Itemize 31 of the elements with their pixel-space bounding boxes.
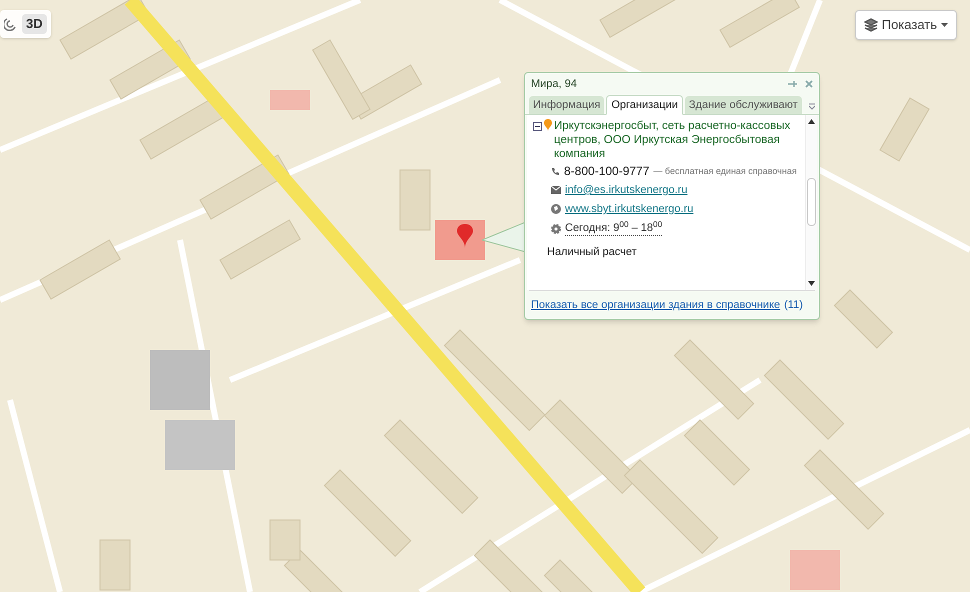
popup-tab[interactable]: Организации	[606, 95, 683, 115]
organization-name[interactable]: Иркутскэнергосбыт, сеть расчетно-кассовых центров, ООО Иркутская Энергосбытовая компания	[554, 119, 801, 161]
close-icon[interactable]	[805, 80, 813, 88]
layers-button[interactable]: Показать	[854, 10, 957, 40]
popup-title: Мира, 94	[531, 76, 577, 92]
scroll-thumb[interactable]	[807, 178, 816, 226]
website-link[interactable]: www.sbyt.irkutskenergo.ru	[565, 202, 694, 216]
email-link[interactable]: info@es.irkutskenergo.ru	[565, 183, 688, 197]
phone-note: — бесплатная единая справочная	[653, 165, 797, 178]
pin-icon[interactable]	[788, 80, 797, 88]
scroll-down-icon[interactable]	[808, 280, 815, 286]
scroll-up-icon[interactable]	[808, 119, 815, 124]
popup-tab[interactable]: Информация	[529, 96, 604, 114]
gear-icon	[551, 224, 561, 234]
mail-icon	[551, 186, 561, 194]
payment-method: Наличный расчет	[547, 245, 638, 259]
location-marker-icon	[544, 119, 552, 131]
caret-icon	[941, 23, 948, 27]
show-all-organizations-link[interactable]: Показать все организации здания в справочнике	[531, 296, 780, 313]
phone-icon	[551, 166, 560, 176]
popup-tab[interactable]: Здание обслуживают	[684, 96, 802, 114]
layers-icon	[864, 18, 878, 32]
phone-number: 8-800-100-9777	[564, 164, 650, 178]
globe-icon	[551, 204, 561, 214]
map-pin-icon	[457, 224, 473, 248]
opening-hours[interactable]: Сегодня: 9$^{00}$ – 18$^{00}$	[565, 221, 662, 236]
collapse-icon[interactable]	[533, 122, 542, 131]
organization-count: (11)	[784, 298, 803, 312]
3d-button[interactable]: 3D	[22, 14, 47, 34]
scrollbar[interactable]	[805, 115, 817, 290]
dropdown-icon[interactable]	[809, 102, 815, 110]
